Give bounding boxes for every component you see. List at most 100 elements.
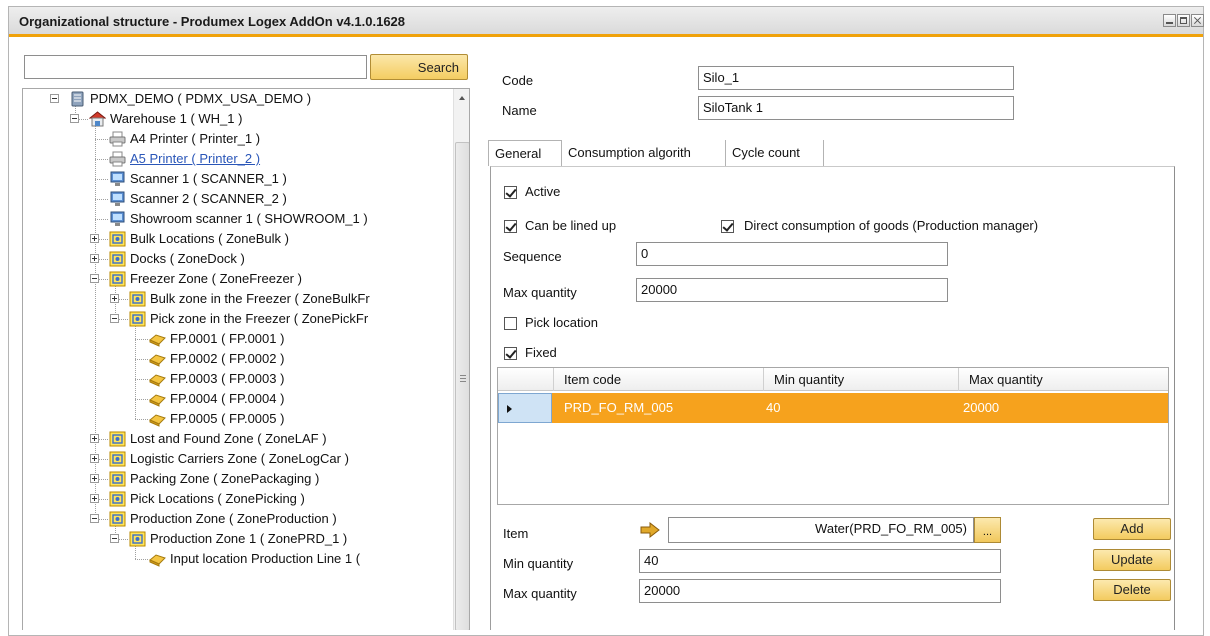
direct-consumption-label: Direct consumption of goods (Production … (744, 218, 1039, 233)
collapse-minus-icon[interactable] (90, 514, 99, 523)
printer-icon (109, 151, 126, 167)
column-header-min-quantity[interactable]: Min quantity (763, 368, 951, 391)
title-bar[interactable]: Organizational structure - Produmex Loge… (9, 7, 1204, 37)
tree-item-label[interactable]: Input location Production Line 1 ( (170, 549, 360, 569)
computer-icon (109, 191, 126, 207)
tree-item-label[interactable]: Production Zone 1 ( ZonePRD_1 ) (150, 529, 347, 549)
expand-plus-icon[interactable] (90, 494, 99, 503)
item-grid[interactable]: Item code Min quantity Max quantity PRD_… (497, 367, 1169, 505)
tree-item-label[interactable]: Warehouse 1 ( WH_1 ) (110, 109, 242, 129)
scroll-thumb[interactable] (455, 142, 469, 630)
tree-item-label[interactable]: FP.0003 ( FP.0003 ) (170, 369, 284, 389)
item-field[interactable]: Water(PRD_FO_RM_005) (668, 517, 974, 543)
tab-cycle-count[interactable]: Cycle count (726, 140, 824, 166)
computer-icon (109, 171, 126, 187)
max-quantity-editor-label: Max quantity (503, 586, 577, 601)
tree-item-label[interactable]: Production Zone ( ZoneProduction ) (130, 509, 337, 529)
tree-item-label[interactable]: Docks ( ZoneDock ) (130, 249, 245, 269)
expand-plus-icon[interactable] (90, 434, 99, 443)
location-icon (149, 331, 166, 347)
min-quantity-label: Min quantity (503, 556, 574, 571)
close-icon[interactable] (1191, 14, 1204, 27)
tree-item-label[interactable]: FP.0005 ( FP.0005 ) (170, 409, 284, 429)
search-input[interactable] (24, 55, 367, 79)
location-icon (149, 351, 166, 367)
cell-item-code[interactable]: PRD_FO_RM_005 (554, 393, 673, 423)
expand-plus-icon[interactable] (90, 234, 99, 243)
column-header-max-quantity[interactable]: Max quantity (958, 368, 1170, 391)
add-button[interactable]: Add (1093, 518, 1171, 540)
table-row[interactable]: PRD_FO_RM_005 40 20000 (498, 393, 1168, 423)
zone-icon (109, 251, 126, 267)
tree-item-label[interactable]: FP.0002 ( FP.0002 ) (170, 349, 284, 369)
max-quantity-field[interactable]: 20000 (636, 278, 948, 302)
arrow-right-icon (640, 521, 660, 541)
cell-max-quantity[interactable]: 20000 (953, 393, 999, 423)
expand-plus-icon[interactable] (90, 474, 99, 483)
scroll-up-arrow-icon[interactable] (454, 89, 469, 106)
location-icon (149, 411, 166, 427)
tree-item-label[interactable]: Pick Locations ( ZonePicking ) (130, 489, 305, 509)
cell-min-quantity[interactable]: 40 (756, 393, 780, 423)
tree-item-label[interactable]: Bulk zone in the Freezer ( ZoneBulkFr (150, 289, 370, 309)
expand-plus-icon[interactable] (90, 254, 99, 263)
max-quantity-editor-field[interactable]: 20000 (639, 579, 1001, 603)
name-field[interactable]: SiloTank 1 (698, 96, 1014, 120)
tab-general[interactable]: General (488, 140, 562, 166)
tab-consumption-algorithm[interactable]: Consumption algorith (562, 140, 726, 166)
zone-icon (109, 231, 126, 247)
tree-item-label[interactable]: PDMX_DEMO ( PDMX_USA_DEMO ) (90, 89, 311, 109)
fixed-checkbox[interactable] (504, 347, 517, 360)
item-lookup-button[interactable]: ... (974, 517, 1001, 543)
location-icon (149, 551, 166, 567)
collapse-minus-icon[interactable] (90, 274, 99, 283)
tree-item-label[interactable]: Showroom scanner 1 ( SHOWROOM_1 ) (130, 209, 368, 229)
update-button[interactable]: Update (1093, 549, 1171, 571)
search-button[interactable]: Search (370, 54, 468, 80)
code-label: Code (502, 73, 534, 88)
collapse-minus-icon[interactable] (50, 94, 59, 103)
delete-button[interactable]: Delete (1093, 579, 1171, 601)
tree-scrollbar[interactable] (453, 89, 469, 630)
computer-icon (109, 211, 126, 227)
can-be-lined-up-checkbox[interactable] (504, 220, 517, 233)
column-header-item-code[interactable]: Item code (553, 368, 755, 391)
expand-plus-icon[interactable] (110, 294, 119, 303)
org-structure-tree[interactable]: PDMX_DEMO ( PDMX_USA_DEMO ) Warehouse 1 (… (22, 88, 470, 630)
zone-icon (109, 431, 126, 447)
tree-item-label[interactable]: A5 Printer ( Printer_2 ) (130, 149, 260, 169)
name-label: Name (502, 103, 537, 118)
collapse-minus-icon[interactable] (70, 114, 79, 123)
tree-item-label[interactable]: Bulk Locations ( ZoneBulk ) (130, 229, 289, 249)
zone-icon (109, 451, 126, 467)
zone-icon (129, 291, 146, 307)
min-quantity-field[interactable]: 40 (639, 549, 1001, 573)
expand-plus-icon[interactable] (90, 454, 99, 463)
tree-item-label[interactable]: Freezer Zone ( ZoneFreezer ) (130, 269, 302, 289)
zone-icon (109, 271, 126, 287)
tree-item-label[interactable]: FP.0001 ( FP.0001 ) (170, 329, 284, 349)
grid-header: Item code Min quantity Max quantity (498, 368, 1168, 391)
tree-item-label[interactable]: Scanner 1 ( SCANNER_1 ) (130, 169, 287, 189)
tree-item-label[interactable]: Logistic Carriers Zone ( ZoneLogCar ) (130, 449, 349, 469)
can-be-lined-up-label: Can be lined up (525, 218, 617, 233)
zone-icon (109, 491, 126, 507)
direct-consumption-checkbox[interactable] (721, 220, 734, 233)
tree-item-label[interactable]: Pick zone in the Freezer ( ZonePickFr (150, 309, 368, 329)
warehouse-icon (88, 111, 107, 127)
tree-item-label[interactable]: FP.0004 ( FP.0004 ) (170, 389, 284, 409)
sequence-field[interactable]: 0 (636, 242, 948, 266)
maximize-icon[interactable] (1177, 14, 1190, 27)
pick-location-checkbox[interactable] (504, 317, 517, 330)
code-field[interactable]: Silo_1 (698, 66, 1014, 90)
tree-item-label[interactable]: Lost and Found Zone ( ZoneLAF ) (130, 429, 327, 449)
tree-item-label[interactable]: A4 Printer ( Printer_1 ) (130, 129, 260, 149)
collapse-minus-icon[interactable] (110, 534, 119, 543)
tree-item-label[interactable]: Packing Zone ( ZonePackaging ) (130, 469, 319, 489)
printer-icon (109, 131, 126, 147)
active-checkbox[interactable] (504, 186, 517, 199)
row-selector-arrow-icon[interactable] (498, 393, 552, 423)
tree-item-label[interactable]: Scanner 2 ( SCANNER_2 ) (130, 189, 287, 209)
minimize-icon[interactable] (1163, 14, 1176, 27)
collapse-minus-icon[interactable] (110, 314, 119, 323)
